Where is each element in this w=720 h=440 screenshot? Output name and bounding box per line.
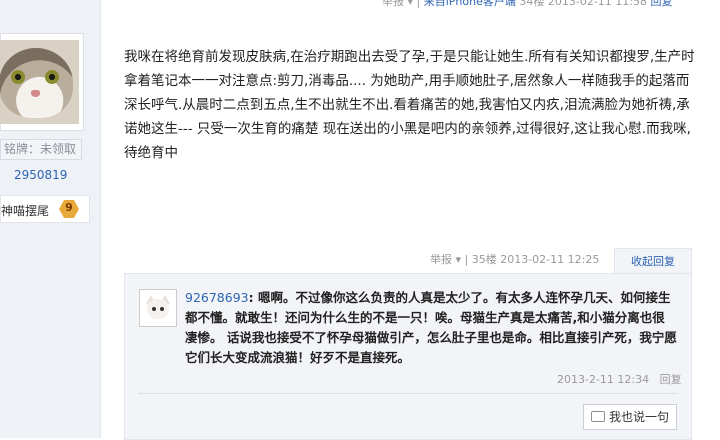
comment-icon [590,411,605,422]
user-id-link[interactable]: 2950819 [14,168,67,182]
floor-number-top: 34楼 [519,0,545,8]
report-link[interactable]: 举报 [430,253,452,266]
user-title-text: 神喵摆尾 [1,204,50,218]
level-badge: 9 [59,199,79,219]
floor-number: 35楼 [471,253,497,266]
reply-reply-link[interactable]: 回复 [660,373,682,386]
post-time: 2013-02-11 12:25 [500,253,600,266]
reply-time: 2013-2-11 12:34 [557,373,650,386]
post-content: 我咪在将绝育前发现皮肤病,在治疗期跑出去受了孕,于是只能让她生.所有有关知识都搜… [124,49,695,161]
reply-username-link[interactable]: 92678693 [185,290,249,305]
dropdown-arrow-icon[interactable]: ▾ [452,253,465,266]
user-info-sidebar: 铭牌：未领取 2950819 神喵摆尾 9 [0,0,101,438]
cat-avatar-image [0,40,79,124]
reply-divider [139,393,677,394]
report-link-top[interactable]: 举报 [382,0,404,8]
reply-content: 92678693: 嗯啊。不过像你这么负责的人真是太少了。有太多人连怀孕几天、如… [185,290,677,365]
source-link[interactable]: 来自iPhone客户端 [424,0,516,8]
collapse-replies-button[interactable]: 收起回复 [614,248,692,274]
reply-user-avatar[interactable] [139,289,177,327]
post-time-top: 2013-02-11 11:58 [547,0,647,8]
user-avatar[interactable] [0,33,84,131]
medal-badge[interactable]: 铭牌：未领取 [0,139,82,160]
reply-meta: 2013-2-11 12:34 回复 [557,371,682,387]
post-meta-bar: 举报 ▾ | 35楼 2013-02-11 12:25 [430,253,600,266]
previous-post-meta: 举报 ▾ | 来自iPhone客户端 34楼 2013-02-11 11:58 … [382,0,672,9]
level-number: 9 [65,201,73,214]
reply-link-top[interactable]: 回复 [650,0,672,8]
user-title-badge[interactable]: 神喵摆尾 9 [0,195,90,223]
i-also-say-button[interactable]: 我也说一句 [583,404,677,430]
i-also-say-label: 我也说一句 [608,410,669,424]
reply-text: 嗯啊。不过像你这么负责的人真是太少了。有太多人连怀孕几天、如何接生都不懂。就敢生… [185,290,677,365]
reply-panel: 92678693: 嗯啊。不过像你这么负责的人真是太少了。有太多人连怀孕几天、如… [124,273,692,440]
